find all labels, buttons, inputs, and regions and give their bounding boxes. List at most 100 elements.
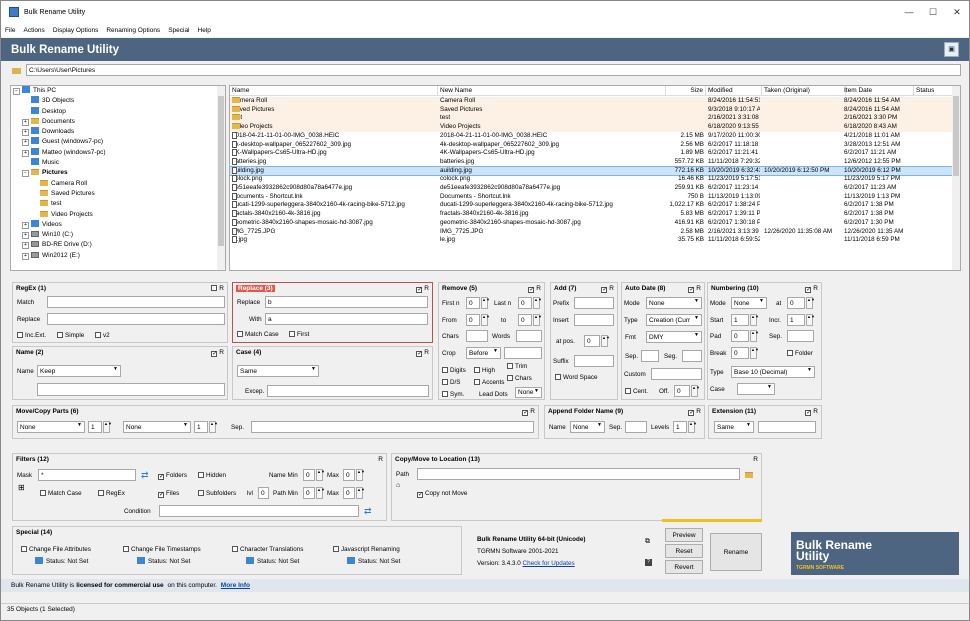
accents-checkbox[interactable]: Accents (474, 379, 504, 386)
path-max-stepper[interactable]: ▲▼ (356, 487, 365, 499)
regex-reset-toggle[interactable]: R (211, 285, 224, 292)
tree-item[interactable]: + Matteo (windows7-pc) (11, 147, 225, 158)
expand-toggle[interactable]: + (22, 232, 29, 240)
copy-folder-icon[interactable]: ⌂ (396, 482, 400, 489)
rename-button[interactable]: Rename (710, 533, 762, 571)
file-row[interactable]: test test 2/16/2021 3:31:08 PM 2/16/2021 3:… (230, 114, 954, 124)
move-sep-input[interactable] (251, 421, 534, 433)
tree-item[interactable]: 3D Objects (11, 96, 225, 106)
prefix-input[interactable] (574, 297, 614, 309)
cent-checkbox[interactable]: Cent. (625, 388, 648, 395)
screen-icon[interactable]: ▣ (944, 42, 959, 57)
num-case-select[interactable] (737, 383, 775, 395)
extension-reset-toggle[interactable]: R (805, 408, 818, 416)
chars-checkbox[interactable]: Chars (507, 375, 532, 382)
name-max-input[interactable]: 0 (343, 469, 355, 481)
remove-reset-toggle[interactable]: R (528, 285, 541, 293)
file-row[interactable]: geometric-3840x2160-shapes-mosaic-hd-308… (230, 218, 954, 228)
file-row[interactable]: Documents - Shortcut.lnk Documents - Shor… (230, 192, 954, 202)
date-seg-input[interactable] (682, 350, 702, 362)
v2-checkbox[interactable]: v2 (95, 332, 110, 339)
menu-item[interactable]: Help (194, 27, 215, 34)
appendfolder-reset-toggle[interactable]: R (688, 408, 701, 416)
firstn-input[interactable]: 0 (466, 297, 480, 309)
menu-item[interactable]: Display Options (49, 27, 103, 34)
firstn-stepper[interactable]: ▲▼ (481, 297, 490, 309)
chars-input[interactable] (466, 330, 488, 342)
lead-dots-select[interactable]: None (515, 387, 542, 398)
help-icon[interactable]: ? (645, 559, 652, 566)
expand-toggle[interactable]: + (22, 221, 29, 229)
lastn-input[interactable]: 0 (518, 297, 532, 309)
tree-item[interactable]: Desktop (11, 106, 225, 117)
refresh-icon[interactable]: ⇄ (141, 470, 149, 481)
case-select[interactable]: Same (237, 365, 319, 377)
files-checkbox[interactable]: Files (158, 490, 179, 498)
menu-item[interactable]: Special (164, 27, 193, 34)
start-stepper[interactable]: ▲▼ (750, 314, 759, 326)
append-sep-input[interactable] (625, 421, 647, 433)
tree-item[interactable]: − This PC (11, 86, 225, 96)
js-renaming-checkbox[interactable]: Javascript Renaming (333, 546, 400, 553)
tree-item[interactable]: Music (11, 158, 225, 168)
high-checkbox[interactable]: High (474, 367, 495, 374)
num-at-stepper[interactable]: ▲▼ (806, 297, 815, 309)
append-name-select[interactable]: None (570, 421, 605, 433)
mask-input[interactable]: * (38, 469, 136, 481)
num-type-select[interactable]: Base 10 (Decimal) (731, 366, 815, 378)
to-stepper[interactable]: ▲▼ (533, 314, 542, 326)
file-row[interactable]: ducati-1299-superleggera-3840x2160-4k-ra… (230, 201, 954, 210)
file-row[interactable]: de51eeafe3932862c908d80a78a6477e.jpg de51… (230, 184, 954, 193)
hidden-checkbox[interactable]: Hidden (198, 472, 226, 479)
name-input[interactable] (37, 383, 225, 396)
date-sep-input[interactable] (641, 350, 659, 362)
preview-button[interactable]: Preview (665, 528, 703, 542)
numbering-reset-toggle[interactable]: R (805, 285, 818, 293)
tree-item[interactable]: + Videos (11, 219, 225, 230)
sym-checkbox[interactable]: Sym. (442, 391, 464, 398)
pad-stepper[interactable]: ▲▼ (750, 330, 759, 342)
copy-not-move-checkbox[interactable]: Copy not Move (417, 490, 467, 498)
case-reset-toggle[interactable]: R (416, 349, 429, 357)
path-input[interactable]: C:\Users\User\Pictures (26, 64, 961, 76)
tree-item[interactable]: test (11, 199, 225, 209)
expand-toggle[interactable]: + (22, 242, 29, 250)
regex-replace-input[interactable] (47, 313, 225, 325)
tree-item[interactable]: Camera Roll (11, 179, 225, 189)
folder-tree[interactable]: − This PC 3D Objects Desktop + Documents + Down… (10, 85, 226, 271)
file-row[interactable]: Video Projects Video Projects 6/18/2020 9:… (230, 123, 954, 132)
condition-refresh-icon[interactable]: ⇄ (364, 506, 372, 517)
filter-regex-checkbox[interactable]: RegEx (98, 490, 125, 497)
file-row[interactable]: building.jpg auilding.jpg 772.16 KB 10/20/2… (230, 165, 955, 177)
lastn-stepper[interactable]: ▲▼ (533, 297, 542, 309)
extension-input[interactable] (758, 421, 816, 433)
folders-checkbox[interactable]: Folders (158, 472, 187, 480)
expand-toggle[interactable]: + (22, 149, 29, 157)
name-reset-toggle[interactable]: R (211, 349, 224, 357)
revert-button[interactable]: Revert (665, 560, 703, 574)
regex-match-input[interactable] (47, 296, 225, 308)
tree-item[interactable]: − Pictures (11, 168, 225, 178)
replace-input[interactable]: b (265, 296, 428, 308)
atpos-input[interactable]: 0 (584, 335, 600, 347)
trim-checkbox[interactable]: Trim (507, 363, 527, 370)
browse-folder-icon[interactable] (745, 472, 753, 478)
path-max-input[interactable]: 0 (343, 487, 355, 499)
start-input[interactable]: 1 (731, 314, 749, 326)
subfolders-checkbox[interactable]: Subfolders (198, 490, 236, 497)
move-part2-count[interactable]: 1 (194, 421, 208, 433)
minimize-button[interactable]: — (897, 1, 921, 23)
expand-toggle[interactable]: − (22, 170, 29, 178)
list-scrollbar[interactable] (952, 86, 960, 270)
match-case-checkbox[interactable]: Match Case (237, 331, 279, 338)
num-at-input[interactable]: 0 (787, 297, 805, 309)
tree-item[interactable]: + Documents (11, 117, 225, 127)
date-mode-select[interactable]: None (646, 297, 702, 309)
file-list[interactable]: Name New Name Size Modified Taken (Original)… (229, 85, 961, 271)
menu-item[interactable]: Renaming Options (102, 27, 164, 34)
suffix-input[interactable] (574, 355, 614, 367)
extension-select[interactable]: Same (714, 421, 754, 433)
from-input[interactable]: 0 (466, 314, 480, 326)
file-row[interactable]: batteries.jpg batteries.jpg 557.72 KB 11/11… (230, 157, 954, 167)
word-space-checkbox[interactable]: Word Space (555, 374, 598, 381)
